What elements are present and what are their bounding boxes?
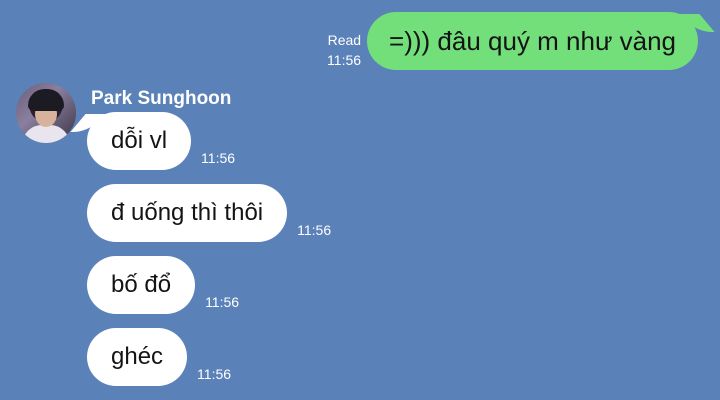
incoming-text: ghéc [111,343,164,370]
outgoing-meta: Read 11:56 [327,30,361,70]
read-receipt: Read [327,32,362,48]
incoming-bubble[interactable]: bố đổ [87,256,196,314]
incoming-message-row: dỗi vl 11:56 [87,112,235,170]
incoming-bubble[interactable]: dỗi vl [87,112,192,170]
incoming-bubble[interactable]: đ uống thì thôi [87,184,288,242]
incoming-time: 11:56 [205,294,240,310]
outgoing-text: =))) đâu quý m như vàng [389,25,676,56]
chat-window: Read 11:56 =))) đâu quý m như vàng Park … [0,0,720,400]
sender-avatar[interactable] [16,83,76,143]
incoming-time: 11:56 [201,150,236,166]
incoming-message-row: đ uống thì thôi 11:56 [87,184,331,242]
incoming-message-row: ghéc 11:56 [87,328,231,386]
avatar-hair [28,89,64,111]
avatar-shirt [22,125,70,143]
incoming-time: 11:56 [197,366,232,382]
incoming-message-row: bố đổ 11:56 [87,256,239,314]
sender-name[interactable]: Park Sunghoon [91,88,231,110]
incoming-bubble[interactable]: ghéc [87,328,188,386]
incoming-time: 11:56 [297,222,332,238]
outgoing-bubble[interactable]: =))) đâu quý m như vàng [367,12,698,70]
incoming-text: dỗi vl [111,127,168,154]
outgoing-message-row: Read 11:56 =))) đâu quý m như vàng [327,12,698,70]
incoming-text: đ uống thì thôi [111,199,264,226]
incoming-text: bố đổ [111,271,172,298]
outgoing-time: 11:56 [327,52,362,68]
